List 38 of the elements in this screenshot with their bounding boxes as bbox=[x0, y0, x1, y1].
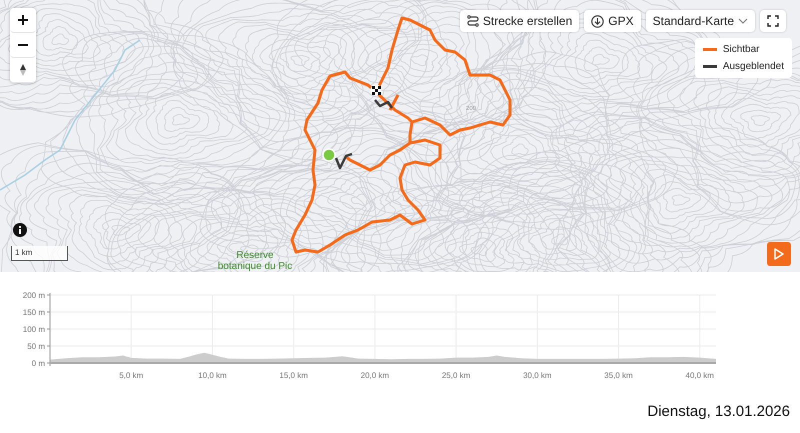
x-tick-label: 40,0 km bbox=[686, 371, 714, 380]
x-tick-label: 10,0 km bbox=[198, 371, 227, 380]
x-tick-label: 5,0 km bbox=[119, 371, 144, 380]
minus-icon bbox=[18, 44, 28, 46]
plus-icon bbox=[18, 15, 28, 25]
chevron-down-icon bbox=[738, 18, 748, 24]
create-route-button[interactable]: Strecke erstellen bbox=[460, 10, 580, 32]
y-tick-label: 50 m bbox=[27, 342, 45, 351]
x-tick-label: 35,0 km bbox=[604, 371, 633, 380]
x-tick-label: 30,0 km bbox=[523, 371, 552, 380]
info-icon[interactable] bbox=[13, 223, 27, 237]
y-tick-label: 0 m bbox=[32, 359, 45, 368]
play-button[interactable] bbox=[767, 242, 791, 266]
zoom-out-button[interactable] bbox=[10, 33, 36, 58]
start-marker bbox=[322, 148, 336, 162]
zoom-in-button[interactable] bbox=[10, 8, 36, 33]
play-icon bbox=[774, 248, 784, 260]
fullscreen-icon bbox=[767, 15, 779, 27]
x-tick-label: 15,0 km bbox=[279, 371, 308, 380]
gpx-download-button[interactable]: GPX bbox=[584, 10, 641, 32]
download-icon bbox=[591, 14, 604, 28]
y-tick-label: 100 m bbox=[22, 325, 45, 334]
y-tick-label: 150 m bbox=[22, 308, 45, 317]
legend-label: Ausgeblendet bbox=[722, 61, 784, 72]
map-style-dropdown[interactable]: Standard-Karte bbox=[646, 10, 755, 32]
place-label: Réserve botanique du Pic bbox=[216, 250, 294, 272]
legend-label: Sichtbar bbox=[722, 44, 760, 55]
y-tick-label: 200 m bbox=[22, 291, 45, 300]
compass-button[interactable] bbox=[10, 58, 36, 83]
route-icon bbox=[466, 15, 479, 27]
finish-flag-icon bbox=[370, 84, 382, 96]
hidden-route-line bbox=[334, 98, 394, 170]
scale-bar: 1 km bbox=[11, 246, 68, 261]
x-tick-label: 20,0 km bbox=[360, 371, 390, 380]
x-tick-label: 25,0 km bbox=[442, 371, 470, 380]
date-label: Dienstag, 13.01.2026 bbox=[647, 403, 790, 420]
fullscreen-button[interactable] bbox=[760, 10, 786, 32]
north-arrow-icon bbox=[20, 64, 26, 76]
